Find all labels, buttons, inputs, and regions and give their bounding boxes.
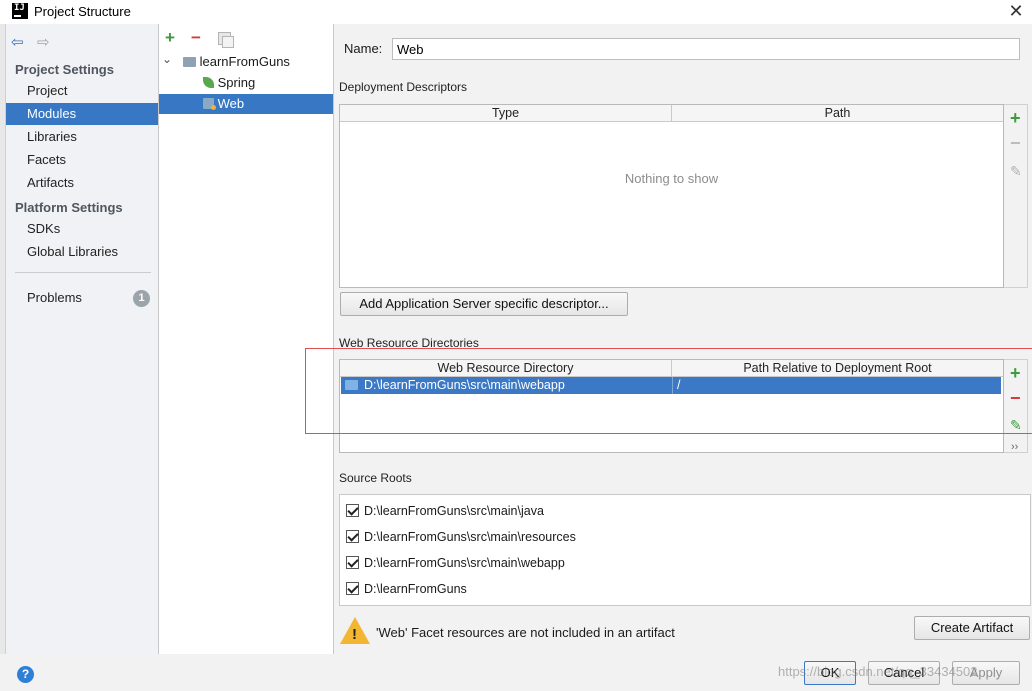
name-label: Name: — [344, 41, 383, 56]
sidebar-item-project[interactable]: Project — [6, 80, 158, 102]
column-header-path[interactable]: Path — [672, 105, 1003, 122]
intellij-app-icon: IJ — [12, 3, 28, 19]
remove-descriptor-icon[interactable]: − — [1010, 134, 1021, 152]
more-options-icon[interactable]: ›› — [1011, 438, 1018, 456]
column-header-type[interactable]: Type — [340, 105, 671, 122]
add-web-resource-icon[interactable]: + — [1010, 364, 1021, 382]
folder-icon — [345, 379, 358, 390]
source-root-checkbox[interactable] — [346, 530, 359, 544]
source-root-path: D:\learnFromGuns\src\main\webapp — [364, 556, 565, 570]
source-roots-list: D:\learnFromGuns\src\main\java D:\learnF… — [339, 494, 1031, 606]
source-root-checkbox[interactable] — [346, 556, 359, 570]
module-folder-icon — [183, 56, 196, 67]
directory-path: D:\learnFromGuns\src\main\webapp — [364, 378, 565, 392]
source-root-path: D:\learnFromGuns\src\main\resources — [364, 530, 576, 544]
edit-descriptor-icon[interactable]: ✎ — [1010, 162, 1022, 180]
warning-message: 'Web' Facet resources are not included i… — [376, 625, 675, 640]
create-artifact-button[interactable]: Create Artifact — [914, 616, 1030, 640]
back-arrow-icon[interactable]: ⇦ — [11, 33, 24, 51]
sidebar-item-facets[interactable]: Facets — [6, 149, 158, 171]
web-resource-directories-title: Web Resource Directories — [339, 336, 479, 350]
source-root-checkbox[interactable] — [346, 582, 359, 596]
tree-item-spring[interactable]: Spring — [159, 73, 333, 93]
section-platform-settings: Platform Settings — [15, 200, 123, 215]
section-project-settings: Project Settings — [15, 62, 114, 77]
sidebar-item-modules[interactable]: Modules — [6, 103, 158, 125]
source-root-item[interactable]: D:\learnFromGuns\src\main\resources — [346, 528, 576, 546]
dialog-footer: ? OK Cancel Apply https://blog.csdn.net/… — [0, 654, 1032, 691]
source-roots-title: Source Roots — [339, 471, 412, 485]
tree-item-label: learnFromGuns — [199, 54, 290, 69]
source-root-path: D:\learnFromGuns — [364, 582, 467, 596]
close-icon[interactable]: ✕ — [1004, 1, 1028, 23]
window-title: Project Structure — [34, 4, 131, 19]
sidebar-item-libraries[interactable]: Libraries — [6, 126, 158, 148]
directory-cell: D:\learnFromGuns\src\main\webapp — [345, 377, 565, 394]
copy-icon[interactable] — [218, 32, 234, 48]
edit-web-resource-icon[interactable]: ✎ — [1010, 416, 1022, 434]
sidebar-item-artifacts[interactable]: Artifacts — [6, 172, 158, 194]
deployment-descriptors-table[interactable]: Type Path Nothing to show — [339, 104, 1004, 288]
add-module-icon[interactable]: + — [165, 29, 175, 47]
title-bar: IJ Project Structure ✕ — [0, 0, 1032, 24]
add-server-descriptor-button[interactable]: Add Application Server specific descript… — [340, 292, 628, 316]
source-root-path: D:\learnFromGuns\src\main\java — [364, 504, 544, 518]
remove-web-resource-icon[interactable]: − — [1010, 389, 1021, 407]
facet-name-input[interactable] — [392, 38, 1020, 60]
deployment-descriptors-title: Deployment Descriptors — [339, 80, 468, 94]
tree-item-label: Web — [217, 96, 245, 111]
column-header-web-resource-directory[interactable]: Web Resource Directory — [340, 360, 671, 377]
column-separator — [672, 377, 673, 394]
source-root-item[interactable]: D:\learnFromGuns — [346, 580, 467, 598]
remove-module-icon[interactable]: − — [191, 29, 201, 47]
tree-item-web[interactable]: Web — [159, 94, 333, 114]
chevron-down-icon[interactable]: ⌄ — [162, 49, 172, 69]
web-resource-directories-table[interactable]: Web Resource Directory Path Relative to … — [339, 359, 1004, 453]
tree-item-learnfromguns[interactable]: ⌄ learnFromGuns — [159, 52, 333, 72]
table-header: Web Resource Directory Path Relative to … — [340, 360, 1003, 377]
source-root-checkbox[interactable] — [346, 504, 359, 518]
module-tree-panel: + − ⌄ learnFromGuns Spring Web — [159, 24, 334, 654]
web-facet-icon — [203, 98, 216, 111]
sidebar-divider — [15, 272, 151, 273]
watermark-text: https://blog.csdn.net/qq_33434502 — [778, 664, 978, 679]
settings-sidebar: ⇦ ⇨ Project Settings Project Modules Lib… — [6, 24, 159, 654]
empty-table-text: Nothing to show — [624, 171, 719, 186]
table-header: Type Path — [340, 105, 1003, 122]
source-root-item[interactable]: D:\learnFromGuns\src\main\java — [346, 502, 544, 520]
warning-exclamation: ! — [352, 626, 357, 643]
help-icon[interactable]: ? — [17, 666, 34, 683]
web-resource-tools: + − ✎ ›› — [1004, 359, 1028, 453]
forward-arrow-icon[interactable]: ⇨ — [37, 33, 50, 51]
deployment-tools: + − ✎ — [1004, 104, 1028, 288]
table-row[interactable]: D:\learnFromGuns\src\main\webapp / — [341, 377, 1001, 394]
facet-settings-panel: Name: Deployment Descriptors Type Path N… — [334, 24, 1032, 654]
source-root-item[interactable]: D:\learnFromGuns\src\main\webapp — [346, 554, 565, 572]
sidebar-item-sdks[interactable]: SDKs — [6, 218, 158, 240]
relative-path-cell: / — [677, 378, 681, 392]
tree-item-label: Spring — [217, 75, 256, 90]
column-header-relative-path[interactable]: Path Relative to Deployment Root — [672, 360, 1003, 377]
problems-count-badge: 1 — [133, 290, 150, 307]
sidebar-item-global-libraries[interactable]: Global Libraries — [6, 241, 158, 263]
add-descriptor-icon[interactable]: + — [1010, 109, 1021, 127]
spring-leaf-icon — [203, 77, 214, 89]
